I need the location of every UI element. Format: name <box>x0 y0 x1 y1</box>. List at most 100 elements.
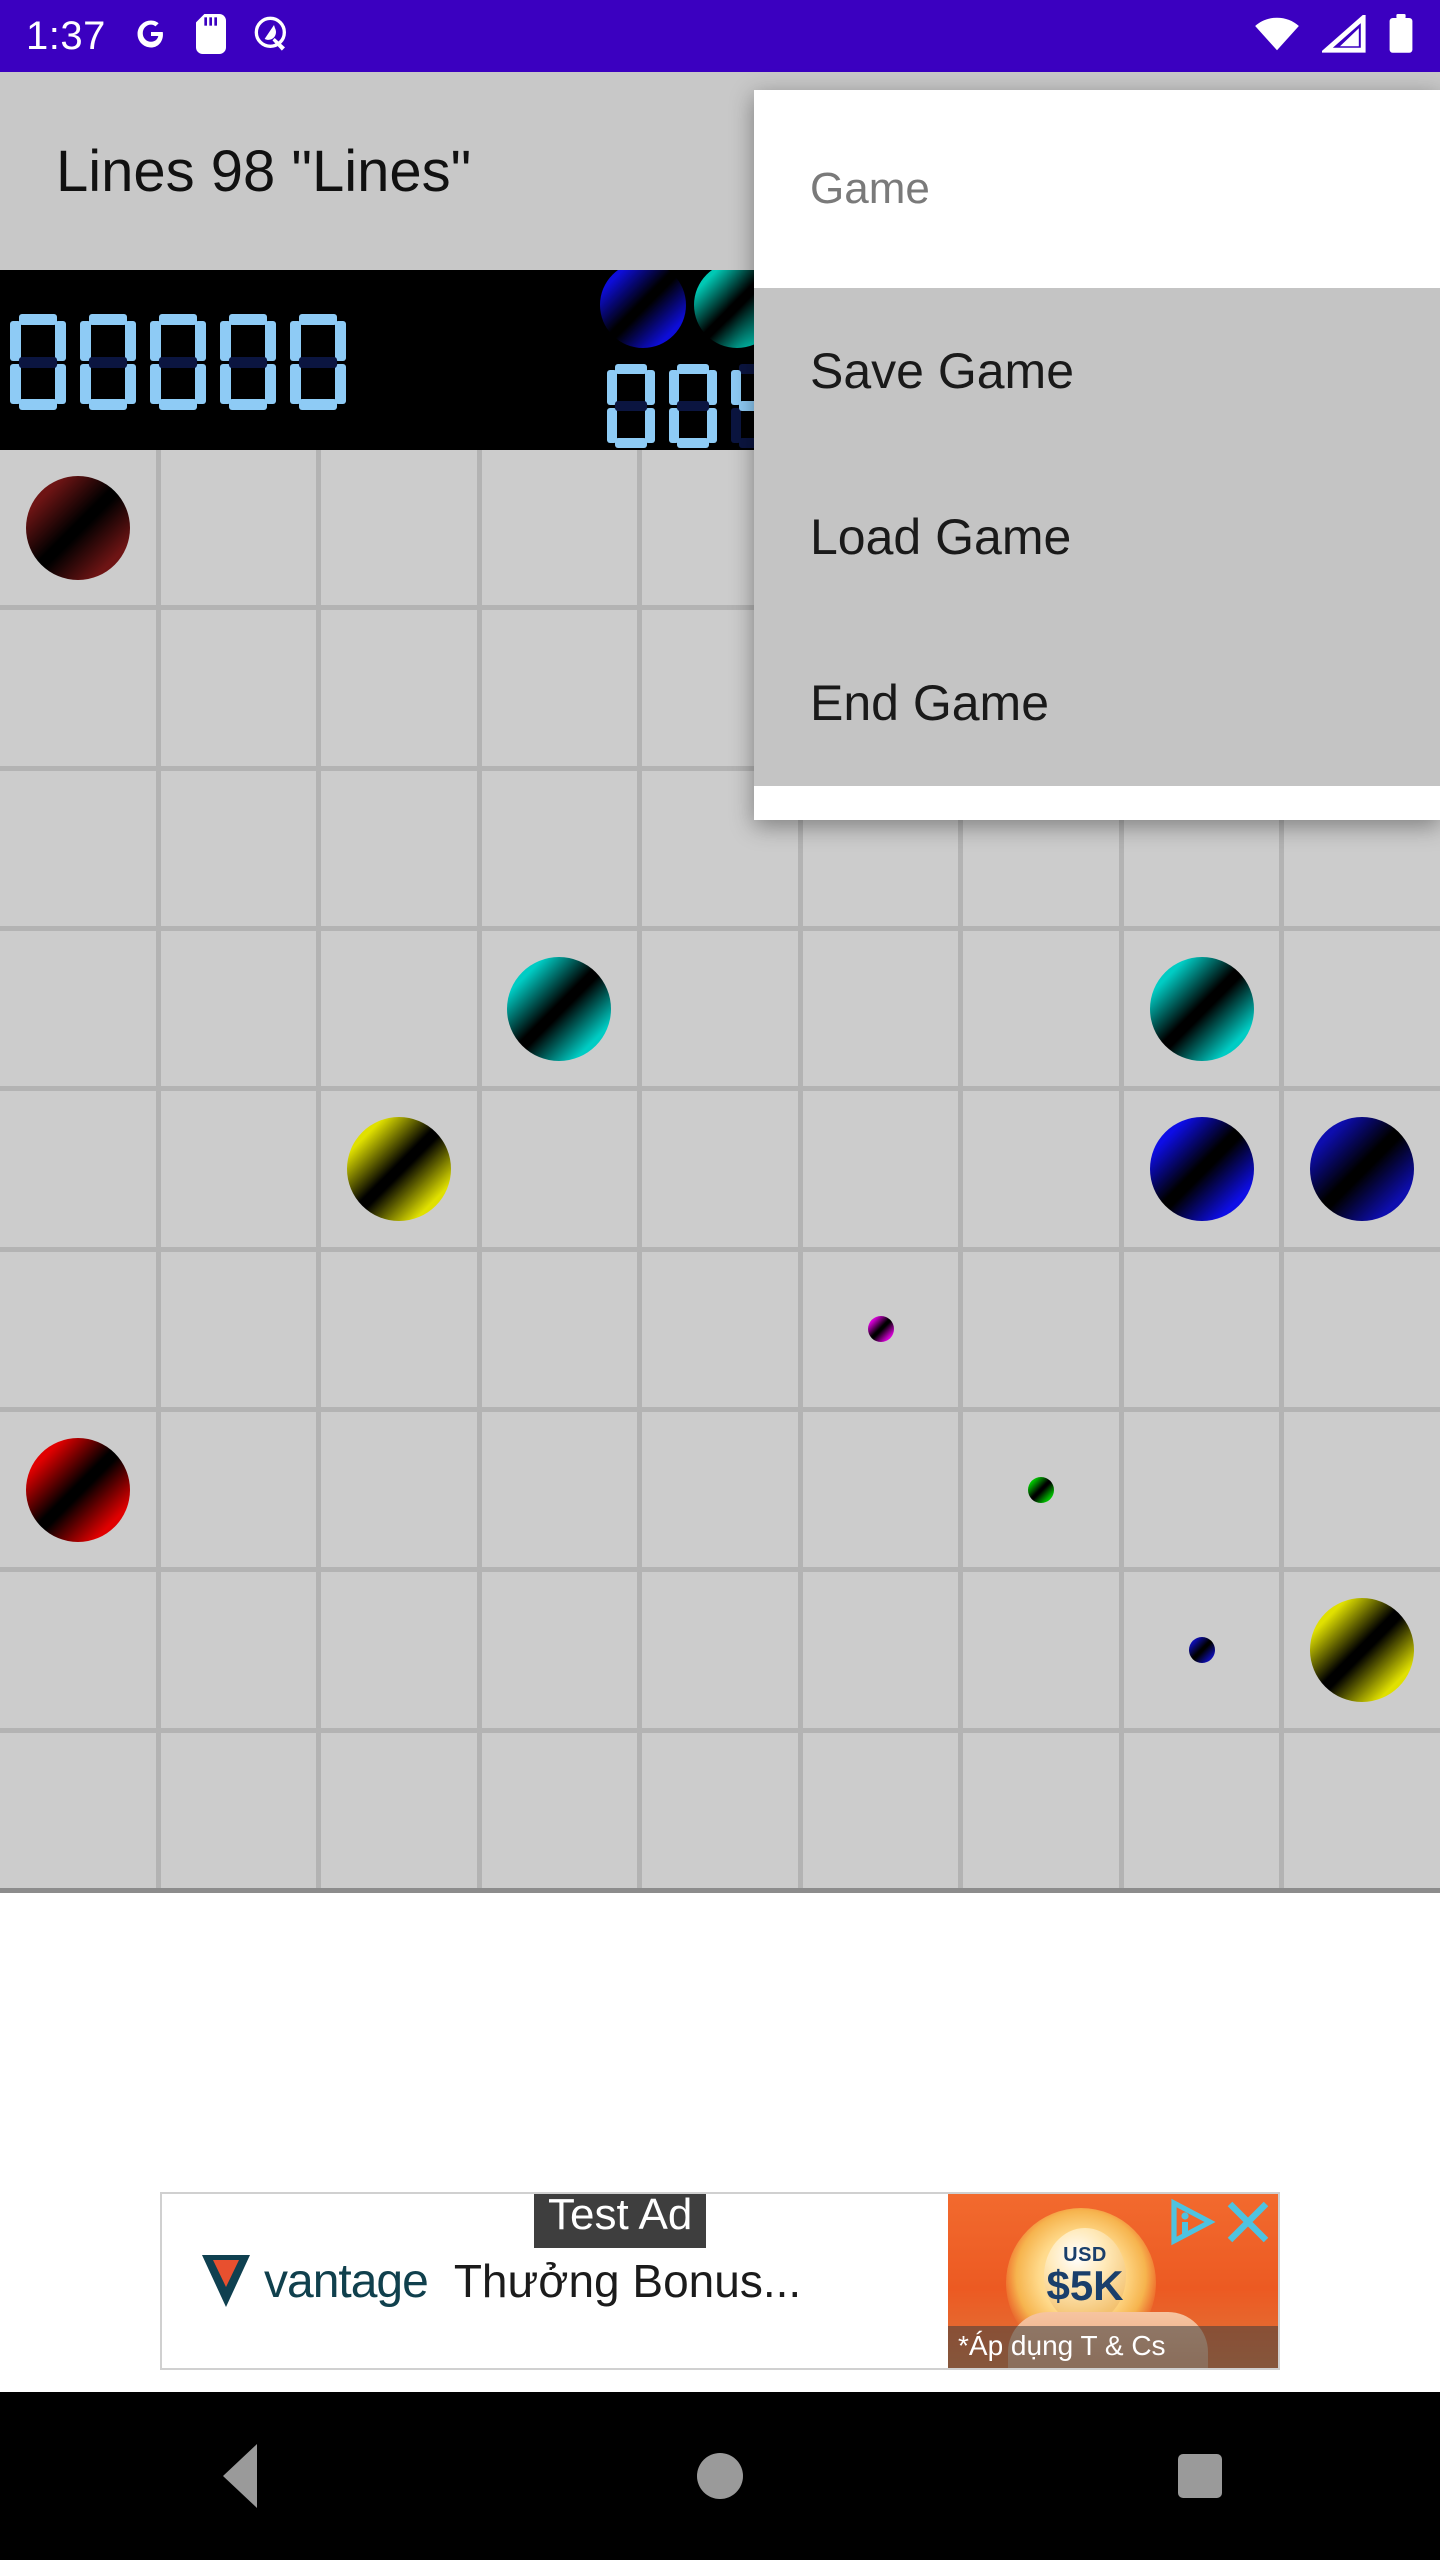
board-cell[interactable] <box>1284 1251 1440 1407</box>
ball-yellow[interactable] <box>346 1116 451 1221</box>
board-cell[interactable] <box>802 1251 959 1407</box>
board-cell[interactable] <box>481 1572 638 1728</box>
board-cell[interactable] <box>481 610 638 766</box>
board-cell[interactable] <box>1284 1411 1440 1568</box>
board-cell[interactable] <box>160 770 317 926</box>
board-cell[interactable] <box>0 770 156 926</box>
board-cell[interactable] <box>321 610 477 766</box>
board-cell[interactable] <box>160 1091 317 1247</box>
ad-close-icon[interactable] <box>1220 2194 1276 2250</box>
back-triangle-icon <box>223 2444 257 2508</box>
board-cell[interactable] <box>1284 1572 1440 1728</box>
led-segment-a <box>89 314 127 325</box>
ball-navy[interactable] <box>1310 1116 1415 1221</box>
board-cell[interactable] <box>1123 930 1280 1087</box>
board-cell[interactable] <box>1123 1091 1280 1247</box>
board-cell[interactable] <box>1123 1732 1280 1888</box>
menu-item-end-game[interactable]: End Game <box>754 620 1440 786</box>
board-cell[interactable] <box>1123 1411 1280 1568</box>
menu-item-list[interactable]: Save Game Load Game End Game <box>754 288 1440 786</box>
board-cell[interactable] <box>802 930 959 1087</box>
options-menu[interactable]: Game Save Game Load Game End Game <box>754 90 1440 820</box>
led-digit <box>10 314 66 410</box>
ball-magenta-new[interactable] <box>867 1316 894 1343</box>
board-cell[interactable] <box>321 1572 477 1728</box>
led-segment-c <box>55 364 66 404</box>
ball-teal[interactable] <box>1149 956 1254 1061</box>
led-segment-c <box>195 364 206 404</box>
board-cell[interactable] <box>321 1732 477 1888</box>
board-cell[interactable] <box>321 770 477 926</box>
board-cell[interactable] <box>802 1572 959 1728</box>
board-cell[interactable] <box>642 1251 798 1407</box>
ball-blue[interactable] <box>1149 1116 1254 1221</box>
led-segment-b <box>645 370 655 405</box>
board-cell[interactable] <box>160 1411 317 1568</box>
nav-recents-button[interactable] <box>1145 2421 1255 2531</box>
ball-green-new[interactable] <box>1028 1476 1055 1503</box>
board-cell[interactable] <box>1284 1091 1440 1247</box>
board-cell[interactable] <box>0 1572 156 1728</box>
board-cell[interactable] <box>0 610 156 766</box>
led-segment-c <box>265 364 276 404</box>
board-cell[interactable] <box>481 1251 638 1407</box>
ad-controls[interactable] <box>1164 2194 1276 2250</box>
board-cell[interactable] <box>642 1732 798 1888</box>
board-cell[interactable] <box>481 770 638 926</box>
menu-item-load-game[interactable]: Load Game <box>754 454 1440 620</box>
nav-back-button[interactable] <box>185 2421 295 2531</box>
board-cell[interactable] <box>1284 930 1440 1087</box>
ad-creative[interactable]: USD $5K *Áp dụng T & Cs <box>948 2194 1278 2368</box>
board-cell[interactable] <box>1284 1732 1440 1888</box>
board-cell[interactable] <box>642 1572 798 1728</box>
android-navigation-bar[interactable] <box>0 2392 1440 2560</box>
board-cell[interactable] <box>963 1411 1119 1568</box>
board-cell[interactable] <box>160 1572 317 1728</box>
board-cell[interactable] <box>802 1732 959 1888</box>
board-cell[interactable] <box>481 1732 638 1888</box>
board-cell[interactable] <box>0 1251 156 1407</box>
board-cell[interactable] <box>0 1091 156 1247</box>
board-cell[interactable] <box>963 1251 1119 1407</box>
ball-darkred[interactable] <box>25 475 130 580</box>
board-cell[interactable] <box>321 930 477 1087</box>
menu-item-save-game[interactable]: Save Game <box>754 288 1440 454</box>
board-cell[interactable] <box>160 1251 317 1407</box>
board-cell[interactable] <box>963 1732 1119 1888</box>
board-cell[interactable] <box>1123 1572 1280 1728</box>
board-cell[interactable] <box>481 930 638 1087</box>
ball-yellow[interactable] <box>1310 1597 1415 1702</box>
board-cell[interactable] <box>321 1251 477 1407</box>
adchoices-info-icon[interactable] <box>1164 2194 1220 2250</box>
board-cell[interactable] <box>160 1732 317 1888</box>
board-cell[interactable] <box>481 1091 638 1247</box>
board-cell[interactable] <box>321 1091 477 1247</box>
led-segment-b <box>707 370 717 405</box>
board-cell[interactable] <box>0 1732 156 1888</box>
board-cell[interactable] <box>1123 1251 1280 1407</box>
ad-content[interactable]: vantage Thưởng Bonus... Test Ad <box>162 2194 948 2368</box>
board-cell[interactable] <box>321 450 477 606</box>
nav-home-button[interactable] <box>665 2421 775 2531</box>
board-cell[interactable] <box>642 930 798 1087</box>
board-cell[interactable] <box>481 450 638 606</box>
ball-red[interactable] <box>25 1437 130 1542</box>
board-cell[interactable] <box>0 930 156 1087</box>
ball-teal[interactable] <box>507 956 612 1061</box>
board-cell[interactable] <box>160 450 317 606</box>
board-cell[interactable] <box>802 1091 959 1247</box>
board-cell[interactable] <box>802 1411 959 1568</box>
board-cell[interactable] <box>963 1091 1119 1247</box>
board-cell[interactable] <box>642 1411 798 1568</box>
board-cell[interactable] <box>481 1411 638 1568</box>
board-cell[interactable] <box>963 1572 1119 1728</box>
board-cell[interactable] <box>321 1411 477 1568</box>
board-cell[interactable] <box>160 930 317 1087</box>
board-cell[interactable] <box>963 930 1119 1087</box>
ball-navy-new[interactable] <box>1188 1636 1215 1663</box>
ad-banner[interactable]: vantage Thưởng Bonus... Test Ad USD $5K … <box>160 2192 1280 2370</box>
board-cell[interactable] <box>0 450 156 606</box>
board-cell[interactable] <box>0 1411 156 1568</box>
board-cell[interactable] <box>642 1091 798 1247</box>
board-cell[interactable] <box>160 610 317 766</box>
